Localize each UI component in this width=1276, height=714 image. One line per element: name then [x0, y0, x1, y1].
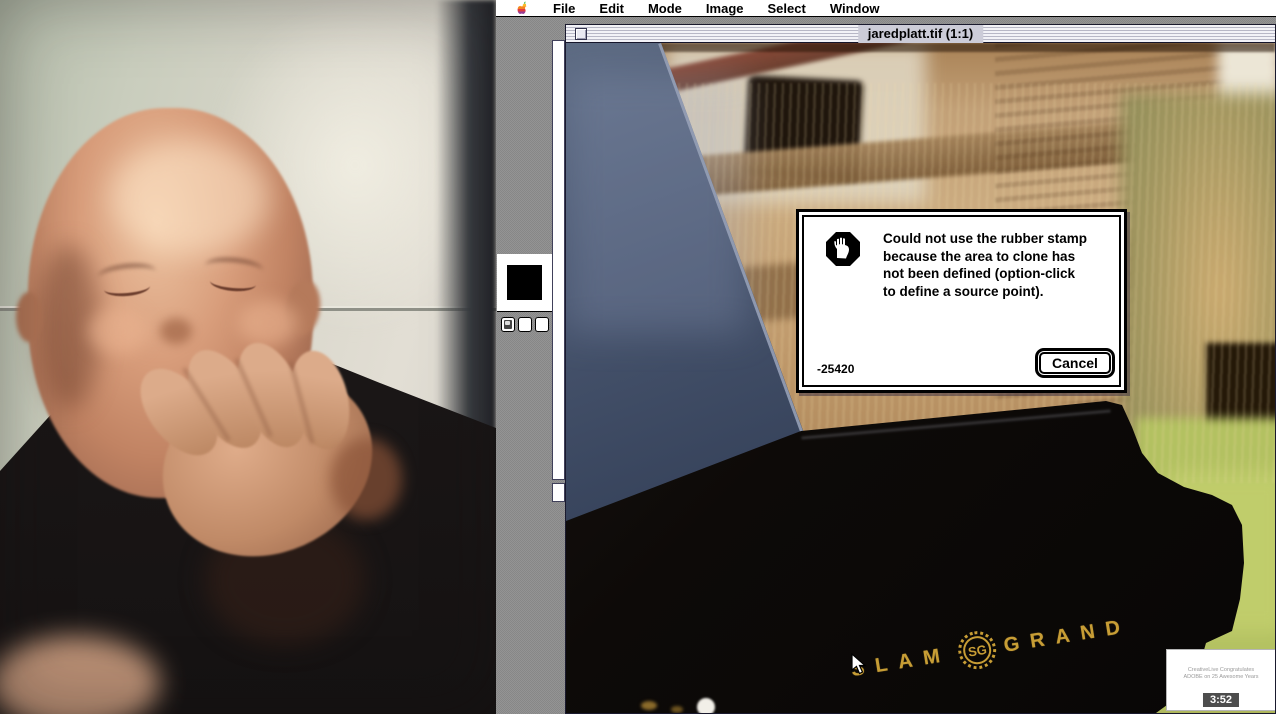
- menu-item-file[interactable]: File: [553, 0, 575, 17]
- menu-item-image[interactable]: Image: [706, 0, 744, 17]
- scrollbar-track[interactable]: [552, 40, 565, 480]
- menu-item-select[interactable]: Select: [768, 0, 806, 17]
- card-text-line2: ADOBE on 25 Awesome Years: [1183, 674, 1259, 680]
- document-canvas[interactable]: SLAM SG GRAND Could not use the rubber s…: [566, 43, 1275, 713]
- window-title-bar[interactable]: jaredplatt.tif (1:1): [566, 25, 1275, 43]
- screen-mode-fullscreen-menubar-button[interactable]: [517, 317, 532, 332]
- error-code: -25420: [817, 362, 855, 376]
- foreground-color-swatch[interactable]: [507, 265, 542, 300]
- logo-word-grand: GRAND: [1002, 614, 1133, 657]
- screen-mode-fullscreen-button[interactable]: [534, 317, 549, 332]
- alert-message: Could not use the rubber stamp because t…: [883, 231, 1088, 299]
- top-shadow: [566, 43, 1275, 52]
- color-swatch-area: [497, 254, 552, 312]
- piano-hardware-glint: [671, 706, 683, 713]
- video-suggestion-card[interactable]: CreativeLive Congratulates ADOBE on 25 A…: [1166, 649, 1275, 711]
- menu-item-window[interactable]: Window: [830, 0, 880, 17]
- menu-bar: File Edit Mode Image Select Window: [496, 0, 1276, 17]
- screenshot-root: File Edit Mode Image Select Window jared…: [0, 0, 1276, 714]
- sg-gear-badge: SG: [955, 628, 1000, 672]
- piano-caster-wheel: [697, 698, 715, 713]
- webcam-video-panel: [0, 0, 496, 714]
- alert-dialog: Could not use the rubber stamp because t…: [796, 209, 1127, 393]
- close-box[interactable]: [575, 28, 587, 40]
- document-window: jaredplatt.tif (1:1) SLAM SG GRAND Could…: [565, 24, 1276, 714]
- cancel-button[interactable]: Cancel: [1039, 352, 1111, 374]
- vignette: [0, 0, 496, 714]
- piano-hardware-glint: [641, 701, 657, 710]
- menu-item-edit[interactable]: Edit: [599, 0, 624, 17]
- window-title: jaredplatt.tif (1:1): [857, 25, 984, 43]
- card-text-line1: CreativeLive Congratulates: [1187, 667, 1255, 673]
- sg-badge-letters: SG: [961, 634, 994, 667]
- video-timestamp: 3:52: [1202, 693, 1240, 707]
- menu-item-mode[interactable]: Mode: [648, 0, 682, 17]
- apple-menu[interactable]: [516, 1, 529, 16]
- mouse-cursor: [851, 653, 867, 675]
- apple-logo-icon: [517, 1, 527, 14]
- mac-screen-share: File Edit Mode Image Select Window jared…: [496, 0, 1276, 714]
- scrollbar-thumb[interactable]: [552, 483, 565, 502]
- cancel-button-ring: Cancel: [1035, 348, 1115, 378]
- screen-mode-standard-button[interactable]: [500, 317, 515, 332]
- stop-hand-icon: [826, 232, 860, 266]
